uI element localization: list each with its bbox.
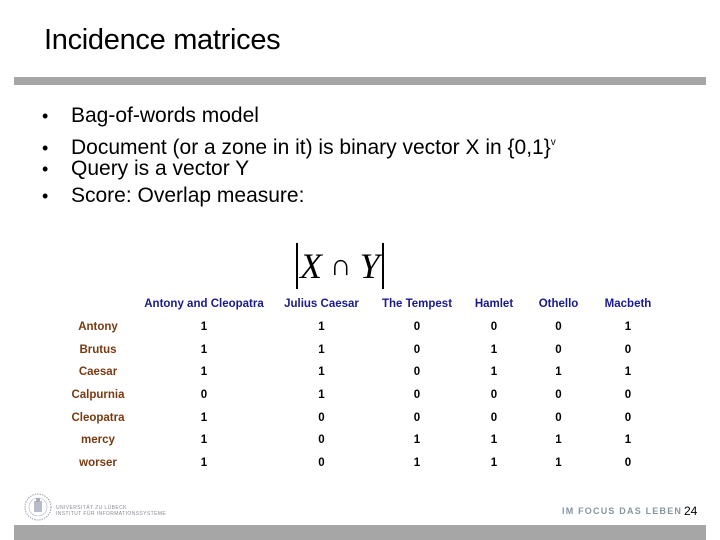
- matrix-cell: 0: [413, 366, 421, 379]
- bullet-item: • Document (or a zone in it) is binary ve…: [42, 130, 556, 159]
- matrix-cell: 0: [624, 389, 632, 402]
- row-term: Brutus: [79, 343, 117, 356]
- row-term: worser: [79, 457, 117, 470]
- bullet-item: • Score: Overlap measure:: [42, 183, 556, 210]
- footer-slogan: IM FOCUS DAS LEBEN: [562, 506, 683, 516]
- matrix-cell: 0: [490, 411, 498, 424]
- abs-bar-right: [381, 243, 384, 289]
- matrix-cell: 1: [624, 434, 632, 447]
- overlap-formula: X ∩ Y: [296, 242, 404, 290]
- column-header: Macbeth: [604, 298, 652, 311]
- column-header: Julius Caesar: [284, 298, 359, 311]
- bullet-icon: •: [42, 106, 49, 126]
- matrix-cell: 1: [490, 343, 498, 356]
- university-name: UNIVERSITÄT ZU LÜBECK INSTITUT FÜR INFOR…: [56, 505, 166, 517]
- table-row: Cleopatra 1 0 0 0 0 0: [58, 406, 666, 429]
- row-term: Antony: [78, 321, 118, 334]
- matrix-cell: 0: [555, 389, 562, 402]
- matrix-cell: 1: [555, 366, 562, 379]
- row-term: Calpurnia: [71, 389, 125, 402]
- matrix-cell: 0: [200, 389, 208, 402]
- row-term: Cleopatra: [71, 411, 125, 424]
- matrix-cell: 0: [413, 389, 421, 402]
- column-header: The Tempest: [381, 298, 453, 311]
- matrix-cell: 1: [318, 321, 325, 334]
- matrix-cell: 0: [413, 411, 421, 424]
- bullet-text: Bag-of-words model: [71, 104, 259, 127]
- matrix-cell: 0: [490, 389, 498, 402]
- title-divider: [14, 77, 706, 85]
- matrix-cell: 1: [200, 321, 208, 334]
- row-term: Caesar: [78, 366, 118, 379]
- matrix-cell: 1: [555, 457, 562, 470]
- row-term: mercy: [81, 434, 115, 447]
- header-row: Antony and Cleopatra Julius Caesar The T…: [58, 293, 666, 316]
- footer-bar: [14, 525, 706, 540]
- column-header: Antony and Cleopatra: [144, 298, 264, 311]
- bullet-item: • Query is a vector Y: [42, 156, 556, 183]
- bullet-icon: •: [42, 159, 49, 179]
- matrix-cell: 1: [490, 366, 498, 379]
- table-row: Brutus 1 1 0 1 0 0: [58, 338, 666, 361]
- table-row: Calpurnia 0 1 0 0 0 0: [58, 384, 666, 407]
- matrix-cell: 0: [490, 321, 498, 334]
- matrix-cell: 1: [624, 321, 632, 334]
- matrix-cell: 0: [555, 321, 562, 334]
- university-seal-icon: [24, 493, 52, 521]
- bullet-superscript: v: [550, 136, 556, 148]
- column-header: Othello: [538, 298, 579, 311]
- matrix-cell: 1: [318, 366, 325, 379]
- matrix-cell: 0: [624, 457, 632, 470]
- matrix-cell: 0: [413, 343, 421, 356]
- page-number: 24: [684, 504, 698, 518]
- matrix-cell: 0: [624, 343, 632, 356]
- matrix-cell: 0: [624, 411, 632, 424]
- formula-var-y: Y: [359, 246, 380, 286]
- bullet-icon: •: [42, 185, 49, 206]
- matrix-cell: 1: [200, 457, 208, 470]
- matrix-cell: 1: [490, 434, 498, 447]
- matrix-cell: 0: [555, 343, 562, 356]
- corner-cell: [58, 293, 138, 316]
- matrix-cell: 0: [318, 411, 325, 424]
- incidence-matrix: Antony and Cleopatra Julius Caesar The T…: [58, 293, 666, 475]
- matrix-cell: 1: [318, 389, 325, 402]
- matrix-cell: 0: [318, 434, 325, 447]
- university-line-2: INSTITUT FÜR INFORMATIONSSYSTEME: [56, 511, 167, 517]
- bullet-text: Query is a vector Y: [71, 157, 250, 180]
- matrix-cell: 1: [413, 457, 421, 470]
- matrix-cell: 0: [318, 457, 325, 470]
- matrix-cell: 1: [200, 366, 208, 379]
- column-header: Hamlet: [474, 298, 514, 311]
- intersection-symbol: ∩: [330, 249, 352, 282]
- table-row: Caesar 1 1 0 1 1 1: [58, 361, 666, 384]
- matrix-cell: 1: [555, 434, 562, 447]
- slide-title: Incidence matrices: [44, 24, 281, 56]
- table-row: mercy 1 0 1 1 1 1: [58, 429, 666, 452]
- matrix-cell: 1: [318, 343, 325, 356]
- bullet-item: • Bag-of-words model: [42, 103, 556, 130]
- matrix-cell: 1: [200, 411, 208, 424]
- matrix-cell: 1: [413, 434, 421, 447]
- matrix-cell: 0: [413, 321, 421, 334]
- abs-bar-left: [296, 243, 298, 289]
- matrix-cell: 1: [200, 434, 208, 447]
- matrix-cell: 1: [490, 457, 498, 470]
- matrix-cell: 1: [200, 343, 208, 356]
- table-row: Antony 1 1 0 0 0 1: [58, 316, 666, 339]
- matrix-cell: 0: [555, 411, 562, 424]
- bullet-text: Score: Overlap measure:: [71, 183, 305, 207]
- bullet-list: • Bag-of-words model • Document (or a zone…: [42, 103, 556, 209]
- table-row: worser 1 0 1 1 1 0: [58, 452, 666, 475]
- matrix-cell: 1: [624, 366, 632, 379]
- formula-var-x: X: [300, 246, 322, 286]
